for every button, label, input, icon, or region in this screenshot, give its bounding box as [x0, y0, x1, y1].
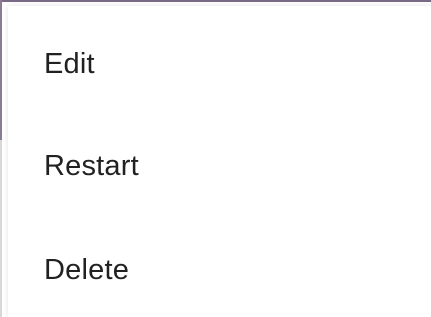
- underlying-window-top-edge: [0, 0, 431, 2]
- menu-item-delete[interactable]: Delete: [8, 218, 431, 317]
- screen: Edit Restart Delete: [0, 0, 431, 317]
- menu-item-edit[interactable]: Edit: [8, 12, 431, 116]
- underlying-window-left-edge-lower: [0, 140, 2, 317]
- menu-item-label: Edit: [44, 47, 95, 80]
- menu-item-label: Restart: [44, 149, 139, 182]
- context-menu: Edit Restart Delete: [8, 6, 431, 317]
- menu-item-restart[interactable]: Restart: [8, 114, 431, 218]
- menu-item-label: Delete: [44, 253, 130, 286]
- underlying-window-left-edge: [0, 0, 2, 140]
